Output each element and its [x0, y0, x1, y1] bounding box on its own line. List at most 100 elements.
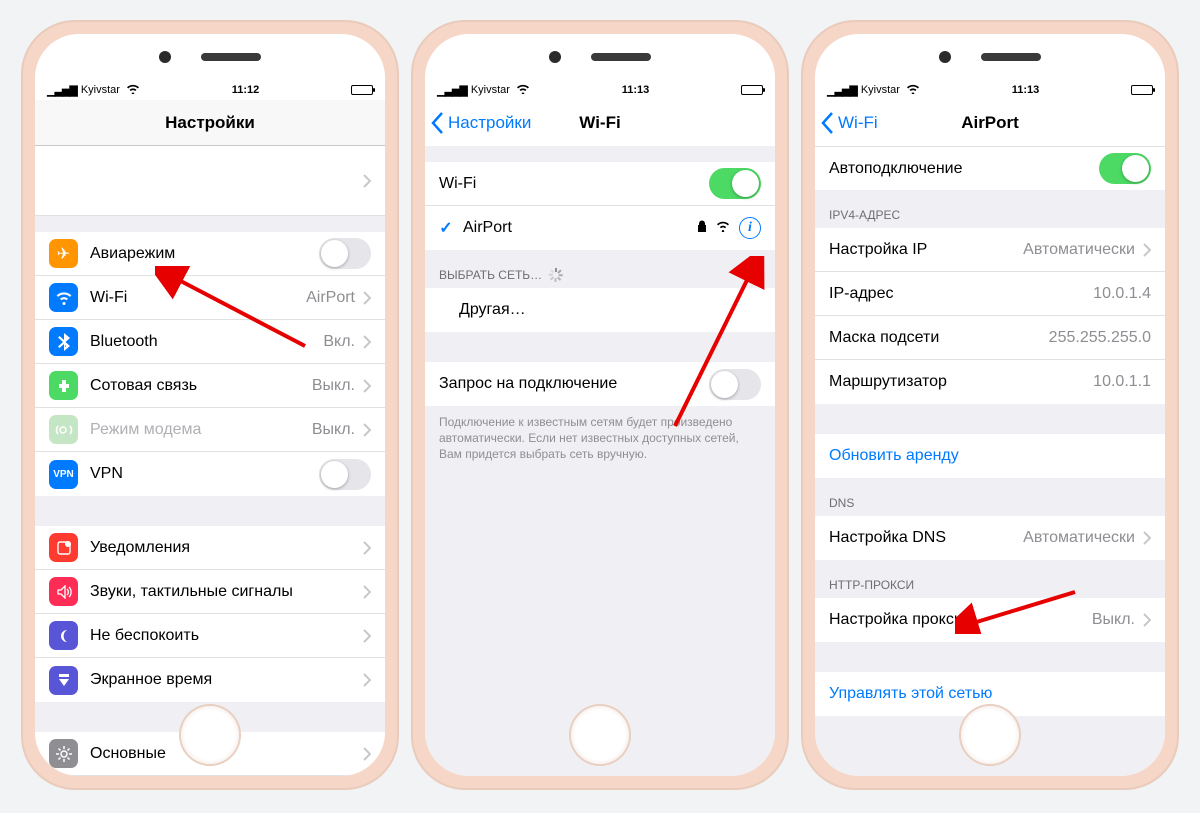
row-other-network[interactable]: Другая…: [425, 288, 775, 332]
row-wifi[interactable]: Wi-Fi AirPort: [35, 276, 385, 320]
row-screentime[interactable]: Экранное время: [35, 658, 385, 702]
row-value: AirPort: [306, 289, 355, 307]
back-button[interactable]: Настройки: [431, 100, 531, 146]
sounds-icon: [49, 577, 78, 606]
row-value: Выкл.: [1092, 611, 1135, 629]
apple-id-row[interactable]: [35, 146, 385, 216]
row-label: Настройка прокси: [829, 611, 1092, 629]
status-bar: ▁▃▅▇ Kyivstar 11:13: [425, 80, 775, 100]
screentime-icon: [49, 666, 78, 695]
row-bluetooth[interactable]: Bluetooth Вкл.: [35, 320, 385, 364]
row-label: Запрос на подключение: [439, 375, 709, 393]
battery-icon: [741, 85, 763, 95]
row-connected-network[interactable]: ✓ AirPort i: [425, 206, 775, 250]
row-autojoin[interactable]: Автоподключение: [815, 146, 1165, 190]
row-label: IP-адрес: [829, 285, 1093, 303]
spinner-icon: [548, 268, 562, 282]
ipv4-header: IPV4-АДРЕС: [815, 190, 1165, 228]
row-label: Bluetooth: [90, 333, 323, 351]
row-ip-address: IP-адрес 10.0.1.4: [815, 272, 1165, 316]
bluetooth-icon: [49, 327, 78, 356]
back-button[interactable]: Wi-Fi: [821, 100, 878, 146]
row-renew-lease[interactable]: Обновить аренду: [815, 434, 1165, 478]
status-time: 11:12: [140, 84, 351, 96]
info-icon[interactable]: i: [739, 217, 761, 239]
row-cellular[interactable]: Сотовая связь Выкл.: [35, 364, 385, 408]
row-configure-ip[interactable]: Настройка IP Автоматически: [815, 228, 1165, 272]
lock-icon: [697, 220, 707, 236]
home-button[interactable]: [961, 706, 1019, 764]
chevron-right-icon: [1143, 531, 1151, 545]
network-name: AirPort: [463, 219, 697, 237]
back-label: Настройки: [448, 113, 531, 133]
phone-1: ▁▃▅▇ Kyivstar 11:12 Настройки ✈ Авиарежи…: [21, 20, 399, 790]
row-value: Автоматически: [1023, 529, 1135, 547]
status-bar: ▁▃▅▇ Kyivstar 11:13: [815, 80, 1165, 100]
phone-hardware-top: [35, 34, 385, 80]
battery-icon: [351, 85, 373, 95]
ask-toggle[interactable]: [709, 369, 761, 400]
wifi-toggle[interactable]: [709, 168, 761, 199]
row-hotspot[interactable]: Режим модема Выкл.: [35, 408, 385, 452]
row-label: Автоподключение: [829, 160, 1099, 178]
row-label: Обновить аренду: [829, 447, 1151, 465]
row-vpn[interactable]: VPN VPN: [35, 452, 385, 496]
wifi-icon: [906, 83, 920, 97]
row-dnd[interactable]: Не беспокоить: [35, 614, 385, 658]
chevron-right-icon: [363, 747, 371, 761]
row-configure-proxy[interactable]: Настройка прокси Выкл.: [815, 598, 1165, 642]
wifi-icon: [516, 83, 530, 97]
row-value: Выкл.: [312, 421, 355, 439]
row-label: Авиарежим: [90, 245, 319, 263]
row-label: Другая…: [459, 301, 761, 319]
phone-hardware-top: [815, 34, 1165, 80]
nav-bar: Настройки: [35, 100, 385, 146]
row-value: 10.0.1.4: [1093, 285, 1151, 303]
row-notifications[interactable]: Уведомления: [35, 526, 385, 570]
row-label: Маршрутизатор: [829, 373, 1093, 391]
notifications-icon: [49, 533, 78, 562]
nav-bar: Настройки Wi-Fi: [425, 100, 775, 146]
row-label: VPN: [90, 465, 319, 483]
battery-icon: [1131, 85, 1153, 95]
page-title: Wi-Fi: [579, 113, 620, 133]
row-label: Не беспокоить: [90, 627, 355, 645]
status-bar: ▁▃▅▇ Kyivstar 11:12: [35, 80, 385, 100]
row-subnet-mask: Маска подсети 255.255.255.0: [815, 316, 1165, 360]
row-airplane[interactable]: ✈ Авиарежим: [35, 232, 385, 276]
network-details: Автоподключение IPV4-АДРЕС Настройка IP …: [815, 146, 1165, 776]
row-label: Звуки, тактильные сигналы: [90, 583, 355, 601]
row-configure-dns[interactable]: Настройка DNS Автоматически: [815, 516, 1165, 560]
row-label: Режим модема: [90, 421, 312, 439]
chevron-right-icon: [1143, 243, 1151, 257]
chevron-right-icon: [363, 585, 371, 599]
vpn-icon: VPN: [49, 460, 78, 489]
ask-description: Подключение к известным сетям будет прои…: [425, 406, 775, 471]
phone-3: ▁▃▅▇ Kyivstar 11:13 Wi-Fi AirPort Автопо…: [801, 20, 1179, 790]
row-label: Wi-Fi: [90, 289, 306, 307]
row-label: Экранное время: [90, 671, 355, 689]
home-button[interactable]: [571, 706, 629, 764]
back-label: Wi-Fi: [838, 113, 878, 133]
row-value: 10.0.1.1: [1093, 373, 1151, 391]
proxy-header: HTTP-ПРОКСИ: [815, 560, 1165, 598]
chevron-right-icon: [363, 673, 371, 687]
chevron-right-icon: [363, 335, 371, 349]
status-time: 11:13: [920, 84, 1131, 96]
row-wifi-toggle[interactable]: Wi-Fi: [425, 162, 775, 206]
row-value: Автоматически: [1023, 241, 1135, 259]
row-sounds[interactable]: Звуки, тактильные сигналы: [35, 570, 385, 614]
choose-network-header: ВЫБРАТЬ СЕТЬ…: [425, 250, 775, 288]
airplane-toggle[interactable]: [319, 238, 371, 269]
row-label: Wi-Fi: [439, 175, 709, 193]
chevron-right-icon: [363, 629, 371, 643]
vpn-toggle[interactable]: [319, 459, 371, 490]
chevron-right-icon: [363, 379, 371, 393]
chevron-right-icon: [363, 174, 371, 188]
home-button[interactable]: [181, 706, 239, 764]
chevron-right-icon: [363, 423, 371, 437]
row-label: Управлять этой сетью: [829, 685, 1151, 703]
row-ask-to-join[interactable]: Запрос на подключение: [425, 362, 775, 406]
autojoin-toggle[interactable]: [1099, 153, 1151, 184]
wifi-icon: [49, 283, 78, 312]
